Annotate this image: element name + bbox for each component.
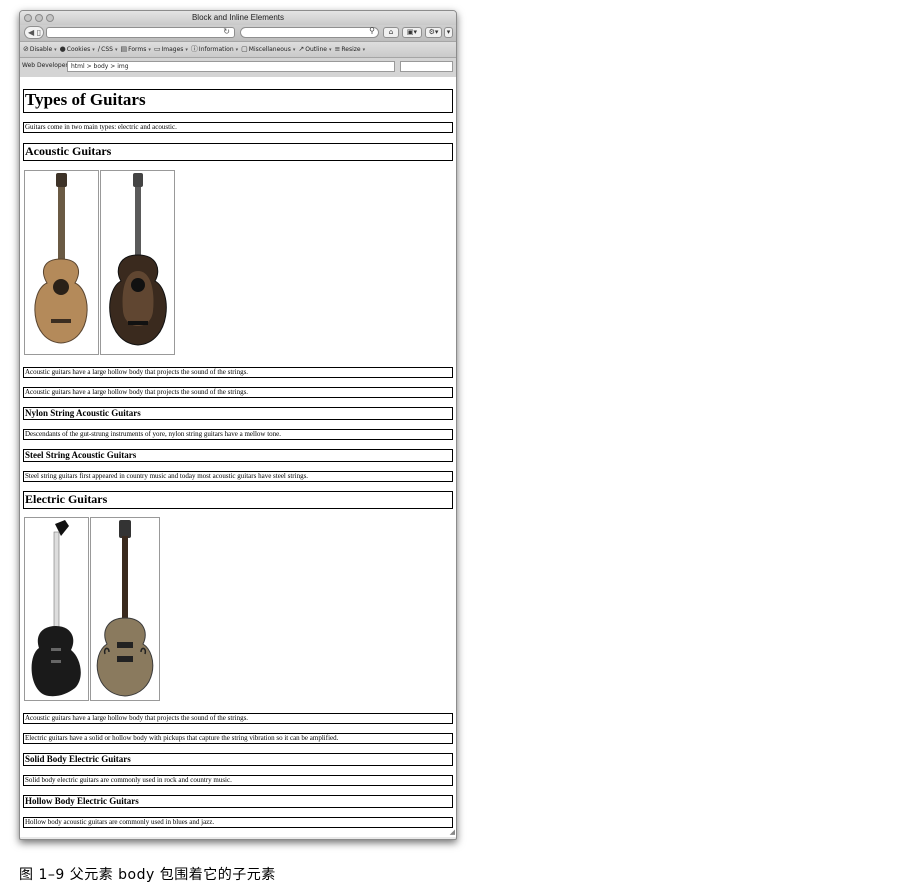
back-forward-icon: ◀ ▯ [28,28,42,37]
steel-heading: Steel String Acoustic Guitars [23,449,453,462]
toolbar-item-outline[interactable]: ↗Outline ▾ [298,42,331,58]
page-viewport: Types of Guitars Guitars come in two mai… [20,77,456,837]
toolbar-item-label: Resize [341,46,361,53]
home-button[interactable]: ⌂ [383,27,399,38]
chevron-down-icon: ▾ [235,47,239,53]
bookmarks-button[interactable]: ▣▾ [402,27,422,38]
electric-paragraph-1: Acoustic guitars have a large hollow bod… [23,713,453,724]
solid-body-guitar-image [24,517,89,701]
toolbar-item-label: Information [198,46,234,53]
toolbar-item-label: Outline [305,46,327,53]
secondary-field[interactable] [400,61,453,72]
toolbar-item-label: Cookies [66,46,91,53]
chevron-down-icon: ▾ [92,47,95,53]
acoustic-paragraph-2: Acoustic guitars have a large hollow bod… [23,387,453,398]
browser-window: Block and Inline Elements ◀ ▯ ↻ ⚲ ⌂ ▣▾ ⚙… [19,10,457,840]
chevron-down-icon: ▾ [114,47,118,53]
cookies-icon: ● [59,45,66,53]
tools-icon: ⚙▾ [428,28,439,36]
element-path-field[interactable]: html > body > img [67,61,395,72]
toolbar-item-label: CSS [101,46,113,53]
toolbar-item-label: Images [161,46,184,53]
window-title: Block and Inline Elements [191,13,285,22]
page-title: Types of Guitars [23,89,453,113]
toolbar-item-label: Miscellaneous [248,46,291,53]
chevron-down-icon: ▾ [362,47,366,53]
toolbar-item-miscellaneous[interactable]: ▢Miscellaneous ▾ [241,42,295,58]
miscellaneous-icon: ▢ [241,45,248,53]
images-icon: ▭ [153,45,161,53]
solid-body-paragraph: Solid body electric guitars are commonly… [23,775,453,786]
electric-paragraph-2: Electric guitars have a solid or hollow … [23,733,453,744]
disable-icon: ⊘ [23,45,29,53]
intro-paragraph: Guitars come in two main types: electric… [23,122,453,133]
home-icon: ⌂ [388,28,394,36]
path-bar-label: Web Developer [22,62,68,69]
hollow-body-paragraph: Hollow body acoustic guitars are commonl… [23,817,453,828]
toolbar-item-cookies[interactable]: ●Cookies ▾ [60,42,95,58]
nylon-heading: Nylon String Acoustic Guitars [23,407,453,420]
acoustic-heading: Acoustic Guitars [23,143,453,161]
toolbar-item-css[interactable]: ∕CSS ▾ [98,42,118,58]
toolbar-item-disable[interactable]: ⊘Disable ▾ [23,42,57,58]
forms-icon: ▤ [120,45,128,53]
outline-icon: ↗ [298,45,305,53]
bookmarks-icon: ▣▾ [406,28,418,36]
toolbar-item-resize[interactable]: ≡Resize ▾ [335,42,366,58]
resize-grip-icon[interactable]: ◢ [450,828,455,836]
toolbar-item-label: Forms [128,46,147,53]
toolbar-item-label: Disable [29,46,53,53]
chevron-down-icon: ▾ [54,47,57,53]
hollow-body-guitar-image [90,517,160,701]
solid-body-heading: Solid Body Electric Guitars [23,753,453,766]
web-developer-toolbar: ⊘Disable ▾ ●Cookies ▾ ∕CSS ▾ ▤Forms ▾ ▭Images ▾ ⓘI… [20,41,456,57]
back-forward-button[interactable]: ◀ ▯ [24,26,44,39]
menu-button[interactable]: ▾ [444,27,453,38]
figure-caption: 图 1–9 父元素 body 包围着它的子元素 [19,867,276,883]
resize-icon: ≡ [334,45,341,53]
tools-button[interactable]: ⚙▾ [425,27,442,38]
classical-guitar-image [24,170,99,355]
steel-paragraph: Steel string guitars first appeared in c… [23,471,453,482]
electric-heading: Electric Guitars [23,491,453,509]
chevron-down-icon: ▾ [328,47,332,53]
chevron-down-icon: ▾ [148,47,151,53]
css-icon: ∕ [97,45,101,53]
menu-icon: ▾ [446,28,451,36]
hollow-body-heading: Hollow Body Electric Guitars [23,795,453,808]
toolbar-item-information[interactable]: ⓘInformation ▾ [191,42,238,58]
address-bar[interactable]: ↻ [46,27,235,38]
path-bar: Web Developer html > body > img [20,57,456,78]
search-icon: ⚲ [369,26,375,35]
toolbar-item-images[interactable]: ▭Images ▾ [154,42,188,58]
title-bar: Block and Inline Elements [20,11,456,25]
toolbar-item-forms[interactable]: ▤Forms ▾ [120,42,150,58]
information-icon: ⓘ [190,45,198,53]
acoustic-paragraph-1: Acoustic guitars have a large hollow bod… [23,367,453,378]
nylon-paragraph: Descendants of the gut-strung instrument… [23,429,453,440]
reload-icon[interactable]: ↻ [223,27,230,36]
search-input[interactable]: ⚲ [240,26,379,38]
navigation-bar: ◀ ▯ ↻ ⚲ ⌂ ▣▾ ⚙▾ ▾ [20,25,456,41]
steel-string-guitar-image [100,170,175,355]
chevron-down-icon: ▾ [292,47,296,53]
chevron-down-icon: ▾ [185,47,188,53]
